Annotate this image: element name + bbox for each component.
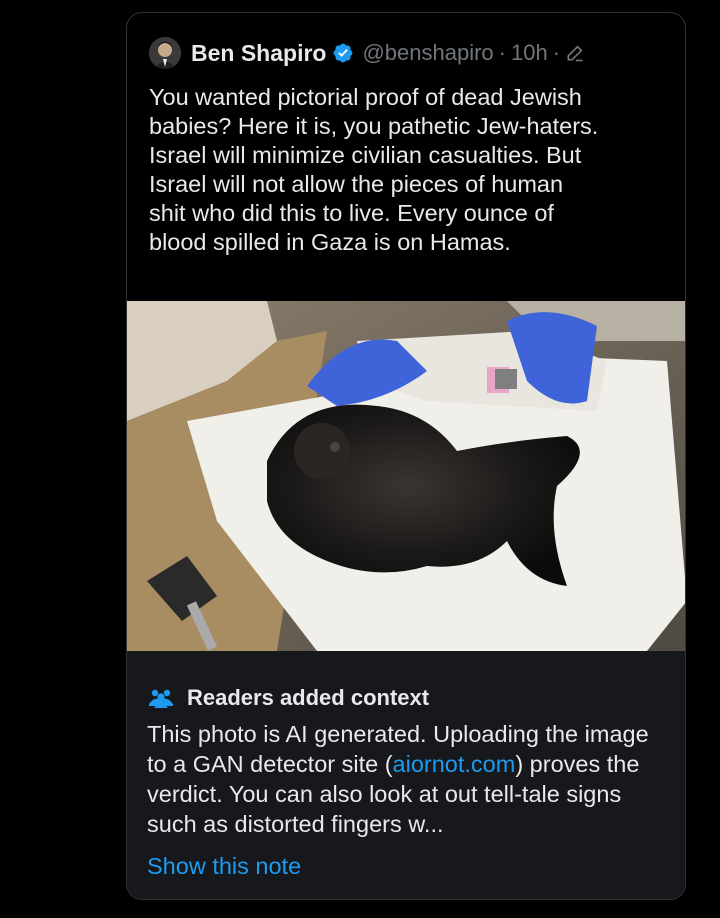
tweet-text-line: You wanted pictorial proof of dead Jewis…: [149, 84, 582, 110]
people-icon: [149, 689, 173, 708]
dot-separator: ·: [498, 40, 506, 65]
dot-separator: ·: [552, 40, 561, 65]
tweet-card[interactable]: Ben Shapiro @benshapiro · 10h · You want…: [126, 12, 686, 900]
tweet-photo[interactable]: [127, 301, 685, 651]
community-note-link[interactable]: aiornot.com: [393, 751, 516, 777]
tweet-text-line: blood spilled in Gaza is on Hamas.: [149, 229, 511, 255]
tweet-text-line: Israel will minimize civilian casualties…: [149, 142, 582, 168]
avatar[interactable]: [149, 37, 181, 69]
author-handle[interactable]: @benshapiro: [362, 40, 493, 66]
tweet-text-line: babies? Here it is, you pathetic Jew-hat…: [149, 113, 599, 139]
author-name[interactable]: Ben Shapiro: [191, 40, 326, 67]
pencil-edit-icon: [567, 45, 583, 62]
show-note-link[interactable]: Show this note: [147, 853, 301, 880]
community-note-header: Readers added context: [147, 685, 429, 711]
community-note-title: Readers added context: [187, 685, 430, 710]
tweet-text-line: Israel will not allow the pieces of huma…: [149, 171, 564, 197]
community-note: Readers added context This photo is AI g…: [127, 651, 685, 899]
timestamp[interactable]: 10h: [511, 40, 548, 66]
tweet-text: You wanted pictorial proof of dead Jewis…: [149, 83, 669, 257]
avatar-image: [149, 37, 181, 69]
community-note-body: This photo is AI generated. Uploading th…: [147, 719, 667, 839]
tweet-text-line: shit who did this to live. Every ounce o…: [149, 200, 554, 226]
photo-image: [127, 301, 685, 651]
tweet-header: Ben Shapiro @benshapiro · 10h ·: [149, 35, 669, 71]
verified-badge-icon: [334, 43, 353, 63]
